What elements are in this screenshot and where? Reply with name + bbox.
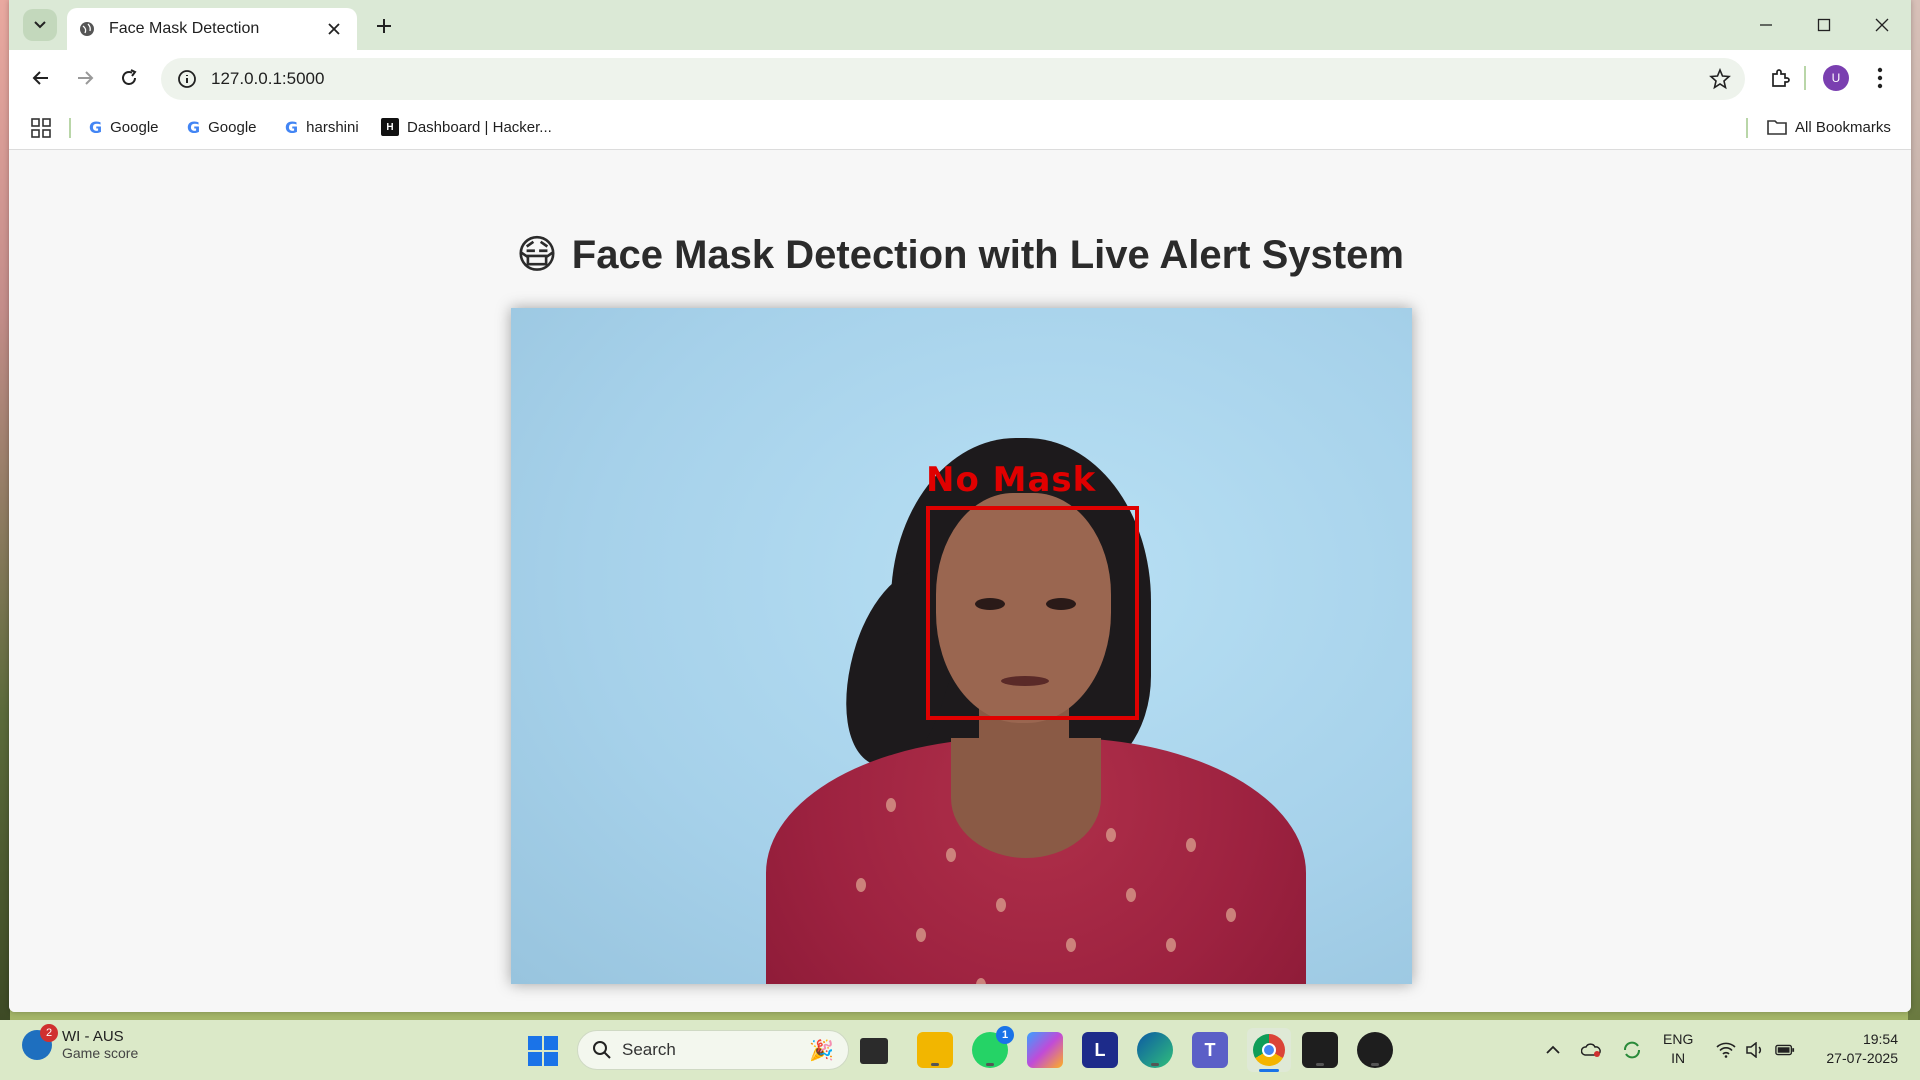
more-vert-icon xyxy=(1877,67,1883,89)
battery-icon[interactable] xyxy=(1775,1040,1795,1060)
apps-grid-icon xyxy=(31,118,51,138)
google-icon: G xyxy=(285,118,299,137)
forward-button[interactable] xyxy=(71,64,99,92)
detection-label: No Mask xyxy=(926,460,1097,500)
toolbar: 127.0.0.1:5000 U xyxy=(9,50,1911,106)
clock-time: 19:54 xyxy=(1862,1031,1898,1047)
search-icon xyxy=(593,1041,611,1059)
cricket-icon: 2 xyxy=(22,1023,58,1060)
language-indicator[interactable]: ENG IN xyxy=(1663,1030,1693,1068)
address-bar[interactable]: 127.0.0.1:5000 xyxy=(161,58,1745,100)
plus-icon xyxy=(377,19,391,33)
sync-icon[interactable] xyxy=(1622,1040,1642,1060)
edge-icon[interactable] xyxy=(1137,1032,1173,1068)
bookmark-label: Google xyxy=(110,119,159,136)
bookmark-google-2[interactable]: G Google xyxy=(187,118,257,137)
task-view-icon[interactable] xyxy=(860,1038,888,1064)
site-info-icon[interactable] xyxy=(177,69,197,89)
search-highlight-icon: 🎉 xyxy=(809,1038,834,1062)
wifi-icon[interactable] xyxy=(1716,1040,1736,1060)
bookmark-label: Google xyxy=(208,119,257,136)
bookmark-label: harshini xyxy=(306,119,359,136)
chrome-taskbar-button[interactable] xyxy=(1247,1028,1291,1072)
terminal-icon[interactable] xyxy=(1302,1032,1338,1068)
close-window-button[interactable] xyxy=(1853,0,1911,50)
bookmark-label: Dashboard | Hacker... xyxy=(407,118,552,136)
bookmarks-separator xyxy=(69,118,71,138)
reload-button[interactable] xyxy=(115,64,143,92)
search-placeholder: Search xyxy=(622,1040,676,1059)
clock-date: 27-07-2025 xyxy=(1826,1050,1898,1066)
back-arrow-icon xyxy=(32,71,48,85)
widget-subtitle: Game score xyxy=(62,1045,139,1061)
menu-button[interactable] xyxy=(1865,63,1895,93)
widget-title: WI - AUS xyxy=(62,1028,124,1045)
new-tab-button[interactable] xyxy=(371,13,397,39)
teams-icon[interactable]: T xyxy=(1192,1032,1228,1068)
clock[interactable]: 19:54 27-07-2025 xyxy=(1816,1030,1898,1068)
language-bottom: IN xyxy=(1671,1050,1686,1066)
page-title: 😷 Face Mask Detection with Live Alert Sys… xyxy=(9,232,1911,278)
reload-icon xyxy=(122,69,137,85)
page-content: 😷 Face Mask Detection with Live Alert Sys… xyxy=(9,150,1911,1012)
bookmark-hackerrank[interactable]: H Dashboard | Hacker... xyxy=(381,118,552,136)
tab-search-button[interactable] xyxy=(23,9,57,41)
minimize-button[interactable] xyxy=(1737,0,1795,50)
person-neckline xyxy=(951,738,1101,858)
url-text: 127.0.0.1:5000 xyxy=(211,69,325,88)
media-player-icon[interactable] xyxy=(1357,1032,1393,1068)
bookmark-star-icon[interactable] xyxy=(1709,68,1731,90)
folder-icon xyxy=(1767,120,1787,135)
all-bookmarks-label: All Bookmarks xyxy=(1795,118,1891,136)
forward-arrow-icon xyxy=(78,71,94,85)
bookmark-google-1[interactable]: G Google xyxy=(89,118,159,137)
maximize-button[interactable] xyxy=(1795,0,1853,50)
back-button[interactable] xyxy=(27,64,55,92)
widgets-button[interactable]: 2 WI - AUS Game score xyxy=(22,1023,139,1061)
browser-window: Face Mask Detection 127.0.0.1:5000 U G G… xyxy=(9,0,1911,1012)
all-bookmarks-button[interactable]: All Bookmarks xyxy=(1767,118,1891,136)
page-title-text: Face Mask Detection with Live Alert Syst… xyxy=(571,233,1404,277)
chrome-icon xyxy=(1253,1034,1285,1066)
onedrive-icon[interactable] xyxy=(1581,1040,1601,1060)
puzzle-icon xyxy=(1772,69,1790,87)
face-mask-emoji: 😷 xyxy=(516,232,558,278)
avatar: U xyxy=(1823,65,1849,91)
bookmarks-separator-right xyxy=(1746,118,1748,138)
chevron-up-icon[interactable] xyxy=(1543,1040,1563,1060)
toolbar-separator xyxy=(1804,66,1806,90)
tab-strip: Face Mask Detection xyxy=(9,0,1911,50)
l-app-icon[interactable]: L xyxy=(1082,1032,1118,1068)
taskbar-search[interactable]: Search 🎉 xyxy=(577,1030,849,1070)
window-controls xyxy=(1737,0,1911,50)
start-button[interactable] xyxy=(528,1036,558,1066)
detection-box xyxy=(926,506,1139,720)
language-top: ENG xyxy=(1663,1031,1694,1047)
hackerrank-icon: H xyxy=(381,118,399,136)
globe-icon xyxy=(80,22,94,36)
file-explorer-icon[interactable] xyxy=(917,1032,953,1068)
google-icon: G xyxy=(89,118,103,137)
whatsapp-icon[interactable]: 1 xyxy=(972,1026,1014,1068)
apps-button[interactable] xyxy=(31,118,51,138)
close-tab-icon[interactable] xyxy=(323,18,345,40)
copilot-icon[interactable] xyxy=(1027,1032,1063,1068)
google-icon: G xyxy=(187,118,201,137)
video-feed: No Mask xyxy=(511,308,1412,984)
chevron-down-icon xyxy=(34,21,46,29)
volume-icon[interactable] xyxy=(1745,1040,1765,1060)
whatsapp-badge: 1 xyxy=(996,1026,1014,1044)
profile-button[interactable]: U xyxy=(1821,63,1851,93)
widget-badge: 2 xyxy=(40,1023,58,1042)
taskbar: 2 WI - AUS Game score Search 🎉 1 L T ENG… xyxy=(0,1020,1920,1080)
bookmark-harshini[interactable]: G harshini xyxy=(285,118,359,137)
bookmarks-bar: G Google G Google G harshini H Dashboard… xyxy=(9,106,1911,150)
tab-active[interactable]: Face Mask Detection xyxy=(67,8,357,50)
tab-title: Face Mask Detection xyxy=(109,20,260,37)
extensions-button[interactable] xyxy=(1765,63,1795,93)
